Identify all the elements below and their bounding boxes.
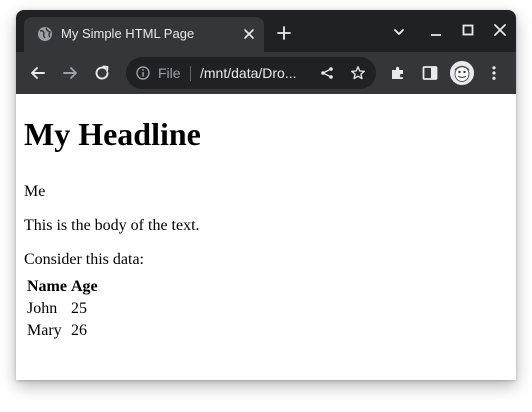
tab-strip: My Simple HTML Page [16,10,516,52]
page-headline: My Headline [24,116,201,152]
globe-icon [38,27,52,41]
table-cell-age: 25 [70,300,87,317]
reload-icon[interactable] [93,64,111,82]
star-icon[interactable] [350,65,366,81]
profile-picture-icon [450,61,474,85]
share-icon[interactable] [320,66,334,80]
kebab-menu-icon[interactable] [485,64,503,82]
screen: My Simple HTML Page File /mnt/data/Dro..… [0,0,532,412]
arrow-left-icon[interactable] [29,64,47,82]
browser-toolbar: File /mnt/data/Dro... [16,52,516,94]
tab-title: My Simple HTML Page [61,26,195,41]
close-window-icon[interactable] [493,23,507,37]
table-row: John 25 [26,299,99,319]
tab-active[interactable]: My Simple HTML Page [24,17,264,52]
info-icon[interactable] [136,66,150,80]
data-table: Name Age John 25 Mary 26 [24,275,101,343]
table-cell-name: John [27,300,58,317]
table-header-row: Name Age [26,277,99,297]
avatar[interactable] [450,61,474,85]
puzzle-icon[interactable] [389,64,407,82]
plus-icon[interactable] [276,25,292,41]
table-row: Mary 26 [26,321,99,341]
table-cell-age: 26 [70,322,87,339]
page-content: My Headline Me This is the body of the t… [16,94,516,380]
maximize-icon[interactable] [461,23,475,37]
data-intro-paragraph: Consider this data: [24,251,144,268]
minimize-icon[interactable] [429,25,443,39]
side-panel-icon[interactable] [421,64,439,82]
table-cell-name: Mary [27,322,62,339]
close-icon[interactable] [242,27,256,41]
author-line: Me [24,183,46,200]
column-header-name: Name [27,278,67,295]
address-bar[interactable]: File /mnt/data/Dro... [126,57,376,89]
chevron-down-icon[interactable] [392,25,406,39]
url-scheme-label: File [158,65,181,81]
url-text[interactable]: /mnt/data/Dro... [200,65,296,81]
column-header-age: Age [70,278,98,295]
browser-window: My Simple HTML Page File /mnt/data/Dro..… [16,10,516,380]
body-paragraph: This is the body of the text. [24,217,200,234]
url-divider [190,66,191,81]
arrow-right-icon[interactable] [61,64,79,82]
